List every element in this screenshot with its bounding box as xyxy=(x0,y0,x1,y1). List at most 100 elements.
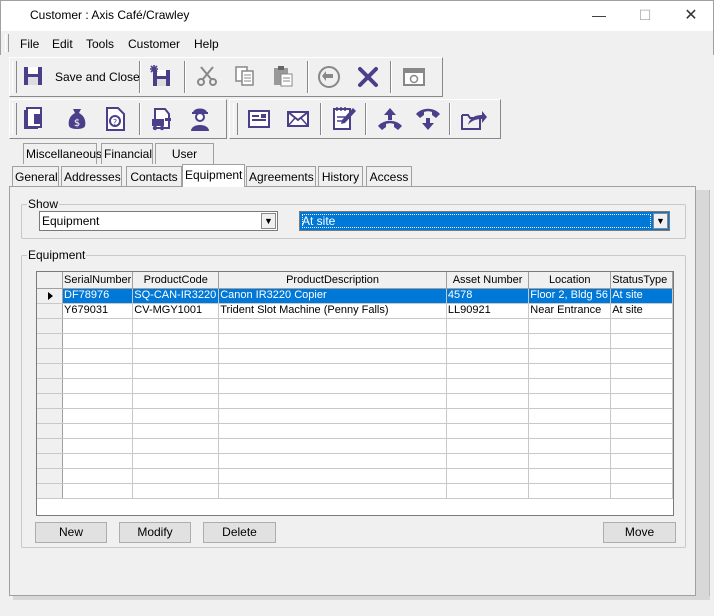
equipment-legend: Equipment xyxy=(28,248,86,262)
cell-product-code[interactable]: CV-MGY1001 xyxy=(132,303,220,319)
save-and-close-button[interactable]: Save and Close xyxy=(55,70,140,84)
row-indicator xyxy=(37,333,64,349)
tab-agreements[interactable]: Agreements xyxy=(246,166,316,187)
tab-contacts[interactable]: Contacts xyxy=(126,166,182,187)
tab-equipment[interactable]: Equipment xyxy=(182,164,245,187)
type-filter-value: Equipment xyxy=(42,214,100,228)
empty-cell xyxy=(528,378,612,394)
empty-cell xyxy=(62,333,134,349)
new-button[interactable]: New xyxy=(35,522,107,543)
save-icon[interactable] xyxy=(22,65,46,89)
column-header[interactable]: ProductCode xyxy=(132,272,220,289)
empty-cell xyxy=(446,468,530,484)
tab-access[interactable]: Access xyxy=(366,166,412,187)
empty-cell xyxy=(132,378,220,394)
column-header[interactable]: ProductDescription xyxy=(218,272,447,289)
status-filter-select[interactable]: At site ▼ xyxy=(299,211,670,231)
engineer-icon[interactable] xyxy=(188,104,212,131)
delete-x-icon[interactable] xyxy=(356,65,380,89)
cell-asset-number[interactable]: 4578 xyxy=(446,288,530,304)
tab-addresses[interactable]: Addresses xyxy=(61,166,122,187)
column-header[interactable]: Asset Number xyxy=(446,272,530,289)
tab-financial[interactable]: Financial xyxy=(101,143,153,164)
toolbar-separator xyxy=(184,61,186,93)
empty-cell xyxy=(62,483,134,499)
empty-cell xyxy=(218,348,447,364)
money-bag-icon[interactable]: $ xyxy=(65,106,89,130)
empty-cell xyxy=(610,333,673,349)
cell-serial[interactable]: DF78976 xyxy=(62,288,134,304)
close-button[interactable]: ✕ xyxy=(668,0,714,31)
paste-icon[interactable] xyxy=(272,65,296,89)
cell-product-description[interactable]: Trident Slot Machine (Penny Falls) xyxy=(218,303,447,319)
empty-cell xyxy=(218,378,447,394)
menu-help[interactable]: Help xyxy=(194,37,219,51)
panel-shadow xyxy=(696,190,710,596)
empty-cell xyxy=(446,453,530,469)
phone-incoming-icon[interactable] xyxy=(414,106,440,130)
notepad-edit-icon[interactable] xyxy=(331,105,356,130)
minimize-button[interactable]: — xyxy=(576,0,622,31)
empty-row xyxy=(37,363,673,379)
cell-location[interactable]: Floor 2, Bldg 56 xyxy=(528,288,612,304)
export-folder-icon[interactable] xyxy=(460,107,487,131)
forklift-icon[interactable] xyxy=(150,106,174,131)
empty-cell xyxy=(528,468,612,484)
envelope-icon[interactable] xyxy=(286,107,310,131)
menu-file[interactable]: File xyxy=(20,37,39,51)
delete-button[interactable]: Delete xyxy=(203,522,276,543)
tab-general[interactable]: General xyxy=(12,166,59,187)
empty-row xyxy=(37,453,673,469)
row-indicator xyxy=(37,408,64,424)
menu-tools[interactable]: Tools xyxy=(86,37,114,51)
cell-status[interactable]: At site xyxy=(610,288,673,304)
menu-customer[interactable]: Customer xyxy=(128,37,180,51)
table-row[interactable]: Y679031 CV-MGY1001 Trident Slot Machine … xyxy=(37,303,673,319)
undo-icon[interactable] xyxy=(317,65,341,89)
phone-outgoing-icon[interactable] xyxy=(376,106,402,130)
toolbar-separator xyxy=(390,61,392,93)
empty-cell xyxy=(62,363,134,379)
chevron-down-icon[interactable]: ▼ xyxy=(653,213,668,229)
focus-rect xyxy=(302,214,651,228)
cell-product-description[interactable]: Canon IR3220 Copier xyxy=(218,288,447,304)
empty-cell xyxy=(132,333,220,349)
tab-miscellaneous[interactable]: Miscellaneous xyxy=(23,143,102,164)
tab-user-data[interactable]: User Data xyxy=(155,143,214,181)
copy-icon[interactable] xyxy=(234,65,258,89)
document-book-icon[interactable] xyxy=(21,106,45,130)
table-row[interactable]: DF78976 SQ-CAN-IR3220 Canon IR3220 Copie… xyxy=(37,288,673,304)
web-browser-icon[interactable] xyxy=(402,65,426,89)
empty-row xyxy=(37,438,673,454)
equipment-grid[interactable]: SerialNumber ProductCode ProductDescript… xyxy=(36,271,674,516)
business-card-icon[interactable] xyxy=(247,107,271,131)
toolbar-separator xyxy=(365,103,367,135)
column-header[interactable]: Location xyxy=(528,272,612,289)
show-legend: Show xyxy=(28,197,59,211)
cell-location[interactable]: Near Entrance xyxy=(528,303,612,319)
chevron-down-icon[interactable]: ▼ xyxy=(261,213,276,229)
empty-row xyxy=(37,393,673,409)
cell-serial[interactable]: Y679031 xyxy=(62,303,134,319)
empty-cell xyxy=(132,348,220,364)
column-header[interactable]: StatusType xyxy=(610,272,673,289)
document-help-icon[interactable]: ? xyxy=(103,106,127,131)
toolbar-separator xyxy=(139,61,141,93)
menu-edit[interactable]: Edit xyxy=(52,37,73,51)
type-filter-select[interactable]: Equipment ▼ xyxy=(39,211,278,231)
empty-cell xyxy=(528,408,612,424)
tab-history[interactable]: History xyxy=(318,166,363,187)
modify-button[interactable]: Modify xyxy=(119,522,191,543)
cell-asset-number[interactable]: LL90921 xyxy=(446,303,530,319)
maximize-button[interactable]: ☐ xyxy=(622,0,668,31)
cut-icon[interactable] xyxy=(196,65,220,89)
save-new-icon[interactable] xyxy=(148,64,172,88)
empty-row xyxy=(37,483,673,499)
column-header[interactable]: SerialNumber xyxy=(62,272,134,289)
empty-cell xyxy=(610,468,673,484)
cell-status[interactable]: At site xyxy=(610,303,673,319)
empty-cell xyxy=(218,453,447,469)
cell-product-code[interactable]: SQ-CAN-IR3220 xyxy=(132,288,220,304)
empty-cell xyxy=(62,393,134,409)
move-button[interactable]: Move xyxy=(603,522,676,543)
